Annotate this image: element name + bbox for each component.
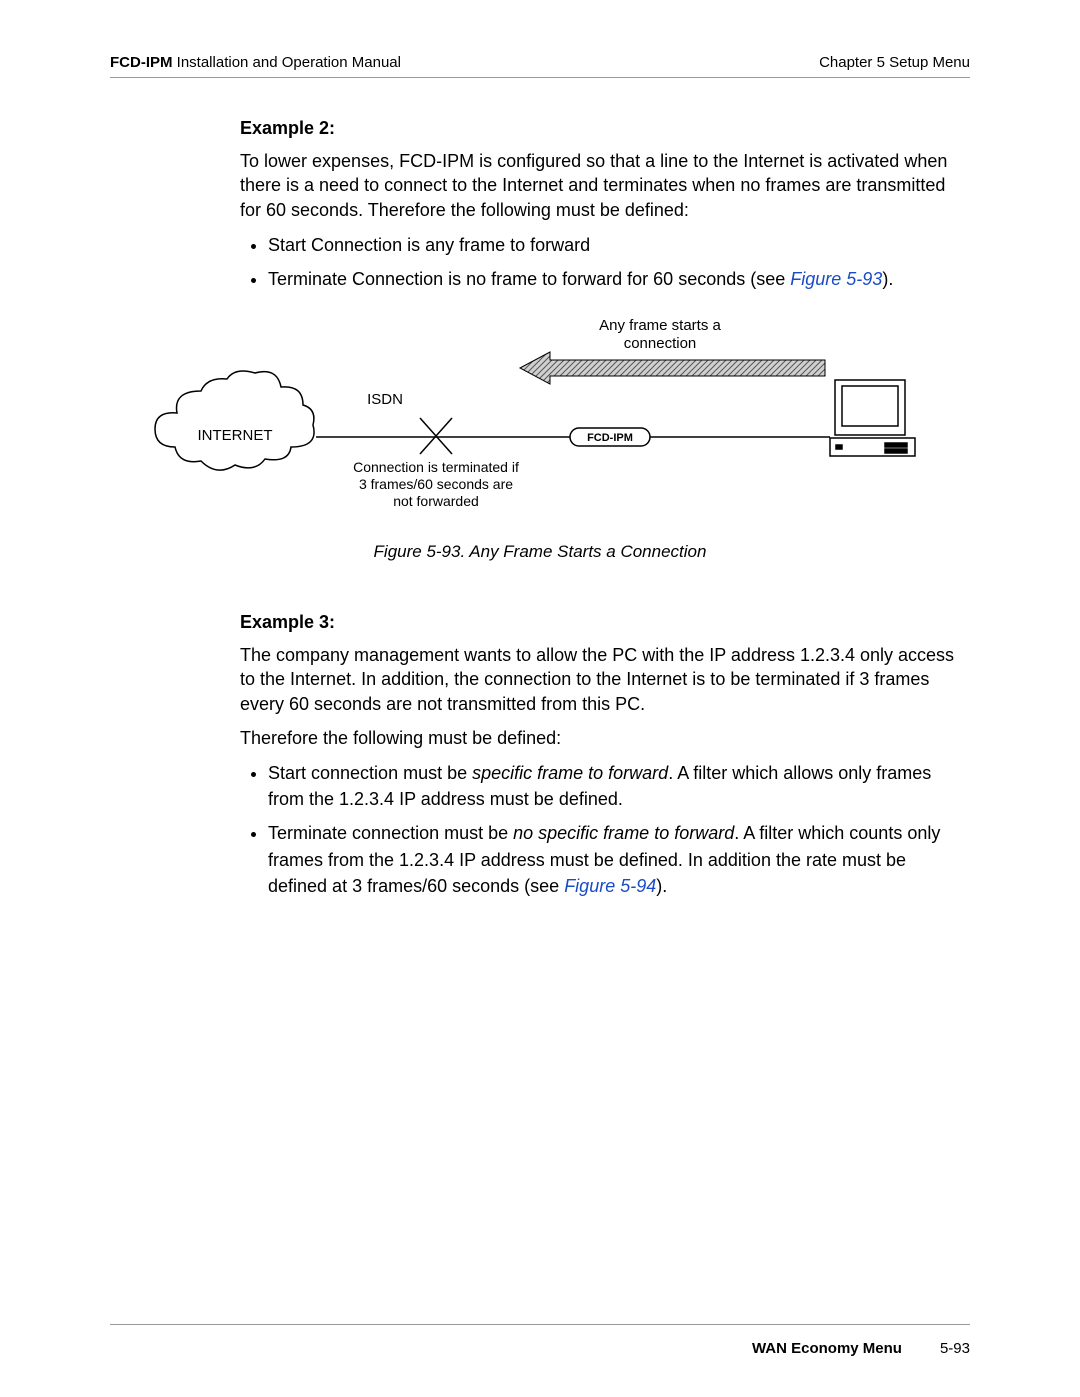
bullet-text: Terminate connection must be — [268, 823, 513, 843]
italic-term: no specific frame to forward — [513, 823, 734, 843]
terminate-label: 3 frames/60 seconds are — [359, 476, 513, 492]
arrow-icon — [520, 352, 825, 384]
computer-icon — [830, 380, 915, 456]
device-badge: FCD-IPM — [570, 428, 650, 446]
figure-reference-link[interactable]: Figure 5-93 — [790, 269, 882, 289]
page-footer: WAN Economy Menu 5-93 — [110, 1340, 970, 1357]
example2-list: Start Connection is any frame to forward… — [240, 232, 970, 292]
doc-title-bold: FCD-IPM — [110, 54, 173, 71]
example2-heading: Example 2: — [240, 118, 970, 139]
footer-section: WAN Economy Menu — [752, 1340, 902, 1357]
list-item: Terminate Connection is no frame to forw… — [268, 266, 970, 292]
terminate-x-icon — [420, 418, 452, 454]
figure-reference-link[interactable]: Figure 5-94 — [564, 876, 656, 896]
italic-term: specific frame to forward — [472, 763, 668, 783]
isdn-label: ISDN — [367, 391, 403, 408]
example2-paragraph: To lower expenses, FCD-IPM is configured… — [240, 149, 970, 222]
doc-title-rest: Installation and Operation Manual — [173, 54, 401, 71]
arrow-label: Any frame starts a — [599, 317, 721, 334]
footer-page-number: 5-93 — [940, 1340, 970, 1357]
terminate-label: not forwarded — [393, 493, 479, 509]
internet-cloud-icon: INTERNET — [155, 371, 314, 470]
chapter-label: Chapter 5 Setup Menu — [819, 54, 970, 71]
example3-paragraph: The company management wants to allow th… — [240, 643, 970, 716]
diagram-svg: Any frame starts a connection INTERNET I… — [150, 312, 930, 512]
bullet-text: ). — [882, 269, 893, 289]
bullet-text: Terminate Connection is no frame to forw… — [268, 269, 790, 289]
example3-list: Start connection must be specific frame … — [240, 760, 970, 898]
doc-title: FCD-IPM Installation and Operation Manua… — [110, 54, 401, 71]
device-label: FCD-IPM — [587, 432, 633, 444]
figure-caption: Figure 5-93. Any Frame Starts a Connecti… — [110, 542, 970, 562]
footer-divider — [110, 1324, 970, 1325]
arrow-label: connection — [624, 335, 697, 352]
terminate-label: Connection is terminated if — [353, 459, 519, 475]
bullet-text: Start connection must be — [268, 763, 472, 783]
list-item: Start connection must be specific frame … — [268, 760, 970, 812]
internet-label: INTERNET — [198, 427, 273, 444]
list-item: Terminate connection must be no specific… — [268, 820, 970, 898]
figure-5-93: Any frame starts a connection INTERNET I… — [110, 312, 970, 562]
body: Example 2: To lower expenses, FCD-IPM is… — [110, 118, 970, 899]
example3-heading: Example 3: — [240, 612, 970, 633]
list-item: Start Connection is any frame to forward — [268, 232, 970, 258]
document-page: FCD-IPM Installation and Operation Manua… — [0, 0, 1080, 1397]
page-header: FCD-IPM Installation and Operation Manua… — [110, 54, 970, 78]
bullet-text: ). — [656, 876, 667, 896]
example3-paragraph: Therefore the following must be defined: — [240, 726, 970, 750]
